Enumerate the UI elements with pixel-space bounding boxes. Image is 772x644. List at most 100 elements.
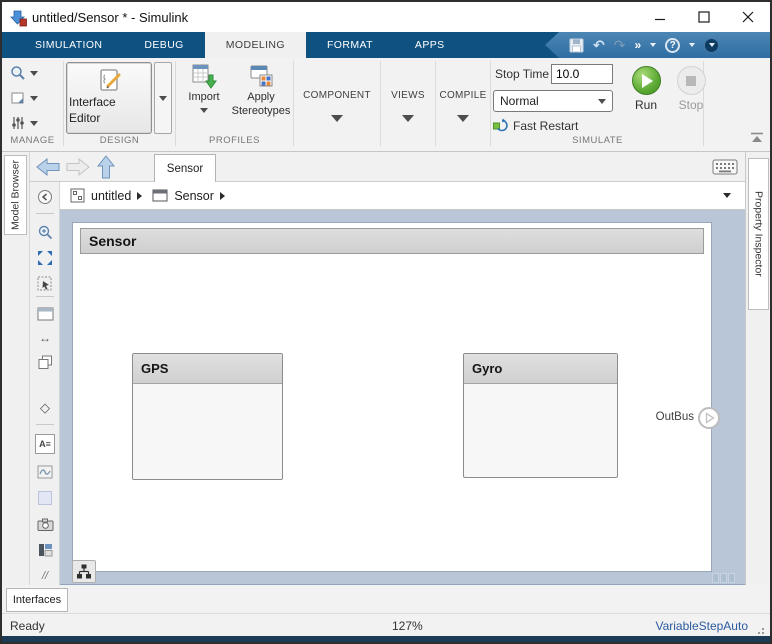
palette-toolbar: ↔ ◇ A≡ // bbox=[30, 182, 60, 585]
copy-icon[interactable] bbox=[35, 352, 55, 372]
select-region-icon[interactable] bbox=[35, 274, 55, 294]
viewmarks-icon[interactable] bbox=[35, 540, 55, 560]
help-dropdown-icon[interactable] bbox=[689, 43, 696, 47]
interface-editor-label: Interface Editor bbox=[69, 95, 116, 125]
interface-editor-icon bbox=[100, 69, 121, 91]
canvas-scroll-grip[interactable] bbox=[712, 573, 735, 583]
up-icon[interactable] bbox=[96, 155, 116, 179]
simulink-window: untitled/Sensor * - Simulink SIMULATION … bbox=[0, 0, 772, 644]
minimize-icon[interactable] bbox=[638, 2, 682, 32]
annotation-icon[interactable]: A≡ bbox=[35, 434, 55, 454]
keyboard-icon[interactable] bbox=[712, 159, 738, 175]
interface-editor-button[interactable]: Interface Editor bbox=[66, 62, 152, 134]
compile-dropdown[interactable]: COMPILE bbox=[436, 68, 490, 122]
subsystem-icon[interactable] bbox=[35, 304, 55, 324]
sliders-icon bbox=[12, 117, 24, 129]
design-group-label: DESIGN bbox=[99, 135, 140, 146]
block-gps-header: GPS bbox=[133, 354, 282, 384]
ribbon-tab-bar: SIMULATION DEBUG MODELING FORMAT APPS ↶ … bbox=[2, 32, 770, 58]
apply-stereotypes-button[interactable]: Apply Stereotypes bbox=[230, 63, 292, 119]
resize-grip-icon[interactable] bbox=[754, 624, 764, 634]
signal-viewer-icon[interactable] bbox=[35, 462, 55, 482]
help-icon[interactable]: ? bbox=[665, 37, 681, 53]
solver-badge[interactable]: VariableStepAuto bbox=[655, 619, 748, 633]
tab-simulation[interactable]: SIMULATION bbox=[14, 32, 123, 58]
tab-format[interactable]: FORMAT bbox=[306, 32, 394, 58]
stop-button: Stop bbox=[673, 66, 709, 112]
block-gps[interactable]: GPS bbox=[132, 353, 283, 480]
breadcrumb-separator-icon[interactable] bbox=[219, 191, 225, 200]
titlebar: untitled/Sensor * - Simulink bbox=[2, 2, 770, 32]
run-button[interactable]: Run bbox=[628, 66, 664, 112]
run-label: Run bbox=[634, 98, 657, 112]
toolstrip: MANAGE Interface Editor DESIGN Import Ap… bbox=[2, 58, 770, 152]
tab-modeling[interactable]: MODELING bbox=[204, 32, 306, 58]
tab-apps[interactable]: APPS bbox=[394, 32, 466, 58]
palette-resize-handle[interactable]: // bbox=[35, 566, 55, 586]
customize-icon[interactable]: » bbox=[634, 39, 641, 51]
import-button[interactable]: Import bbox=[179, 63, 229, 113]
close-icon[interactable] bbox=[726, 2, 770, 32]
window-title: untitled/Sensor * - Simulink bbox=[32, 9, 189, 25]
zoom-in-icon[interactable] bbox=[35, 222, 55, 242]
design-dropdown-button[interactable] bbox=[154, 62, 172, 134]
block-gyro-header: Gyro bbox=[464, 354, 617, 384]
breadcrumb-dropdown-icon[interactable] bbox=[723, 193, 731, 198]
status-row: Ready 127% VariableStepAuto bbox=[2, 613, 770, 638]
hierarchy-tree-button[interactable] bbox=[72, 560, 96, 583]
nav-row: Sensor bbox=[30, 152, 745, 182]
apply-stereotypes-icon bbox=[250, 65, 273, 87]
search-icon bbox=[11, 66, 25, 80]
run-icon bbox=[631, 66, 661, 95]
fast-restart-label: Fast Restart bbox=[513, 118, 579, 133]
fast-restart-icon bbox=[493, 118, 508, 132]
blank-square-icon[interactable] bbox=[35, 488, 55, 508]
simulink-logo-icon bbox=[10, 10, 27, 27]
tab-debug[interactable]: DEBUG bbox=[123, 32, 204, 58]
maximize-icon[interactable] bbox=[682, 2, 726, 32]
sliders-button[interactable] bbox=[10, 115, 38, 131]
collapse-breadcrumb-icon[interactable] bbox=[35, 187, 55, 207]
back-icon[interactable] bbox=[36, 158, 60, 176]
simulate-group-label: SIMULATE bbox=[572, 135, 623, 146]
screenshot-icon bbox=[11, 92, 24, 104]
breadcrumb-separator-icon[interactable] bbox=[137, 191, 143, 200]
redo-icon: ↷ bbox=[613, 37, 626, 53]
model-browser-tab[interactable]: Model Browser bbox=[4, 155, 27, 235]
manage-group-label: MANAGE bbox=[10, 135, 55, 146]
resize-arrows-icon[interactable]: ↔ bbox=[35, 328, 55, 348]
stop-time-input[interactable] bbox=[551, 64, 613, 84]
left-rail: Model Browser bbox=[2, 152, 30, 585]
breadcrumb-root[interactable]: untitled bbox=[91, 189, 131, 203]
undo-icon[interactable]: ↶ bbox=[593, 38, 605, 52]
import-icon bbox=[192, 64, 217, 89]
sim-mode-select[interactable]: Normal bbox=[493, 90, 613, 112]
views-dropdown[interactable]: VIEWS bbox=[381, 68, 435, 122]
component-dropdown[interactable]: COMPONENT bbox=[294, 68, 380, 122]
window-controls bbox=[638, 2, 770, 32]
property-inspector-tab[interactable]: Property Inspector bbox=[748, 158, 769, 310]
component-frame-header[interactable]: Sensor bbox=[80, 228, 704, 254]
block-gyro[interactable]: Gyro bbox=[463, 353, 618, 478]
collapse-toolstrip-icon[interactable] bbox=[750, 132, 764, 146]
search-button[interactable] bbox=[10, 65, 38, 81]
fit-view-icon[interactable] bbox=[35, 248, 55, 268]
outbus-port-icon[interactable] bbox=[697, 406, 721, 430]
interfaces-tab[interactable]: Interfaces bbox=[6, 588, 68, 612]
status-text: Ready bbox=[10, 619, 45, 633]
save-icon[interactable] bbox=[569, 38, 584, 53]
document-tab-sensor[interactable]: Sensor bbox=[154, 154, 216, 182]
hierarchy-tree-icon bbox=[77, 564, 91, 579]
forward-icon bbox=[66, 158, 90, 176]
hide-ribbon-icon[interactable] bbox=[704, 37, 720, 53]
stop-label: Stop bbox=[678, 98, 704, 112]
diamond-icon[interactable]: ◇ bbox=[35, 398, 55, 418]
customize-dropdown-icon[interactable] bbox=[650, 43, 657, 47]
stop-time-label: Stop Time bbox=[495, 67, 550, 81]
camera-icon[interactable] bbox=[35, 514, 55, 534]
fast-restart-toggle[interactable]: Fast Restart bbox=[493, 118, 578, 133]
screenshot-button[interactable] bbox=[10, 90, 38, 106]
stop-icon bbox=[676, 66, 706, 95]
profiles-group-label: PROFILES bbox=[209, 135, 260, 146]
breadcrumb-current[interactable]: Sensor bbox=[174, 189, 214, 203]
